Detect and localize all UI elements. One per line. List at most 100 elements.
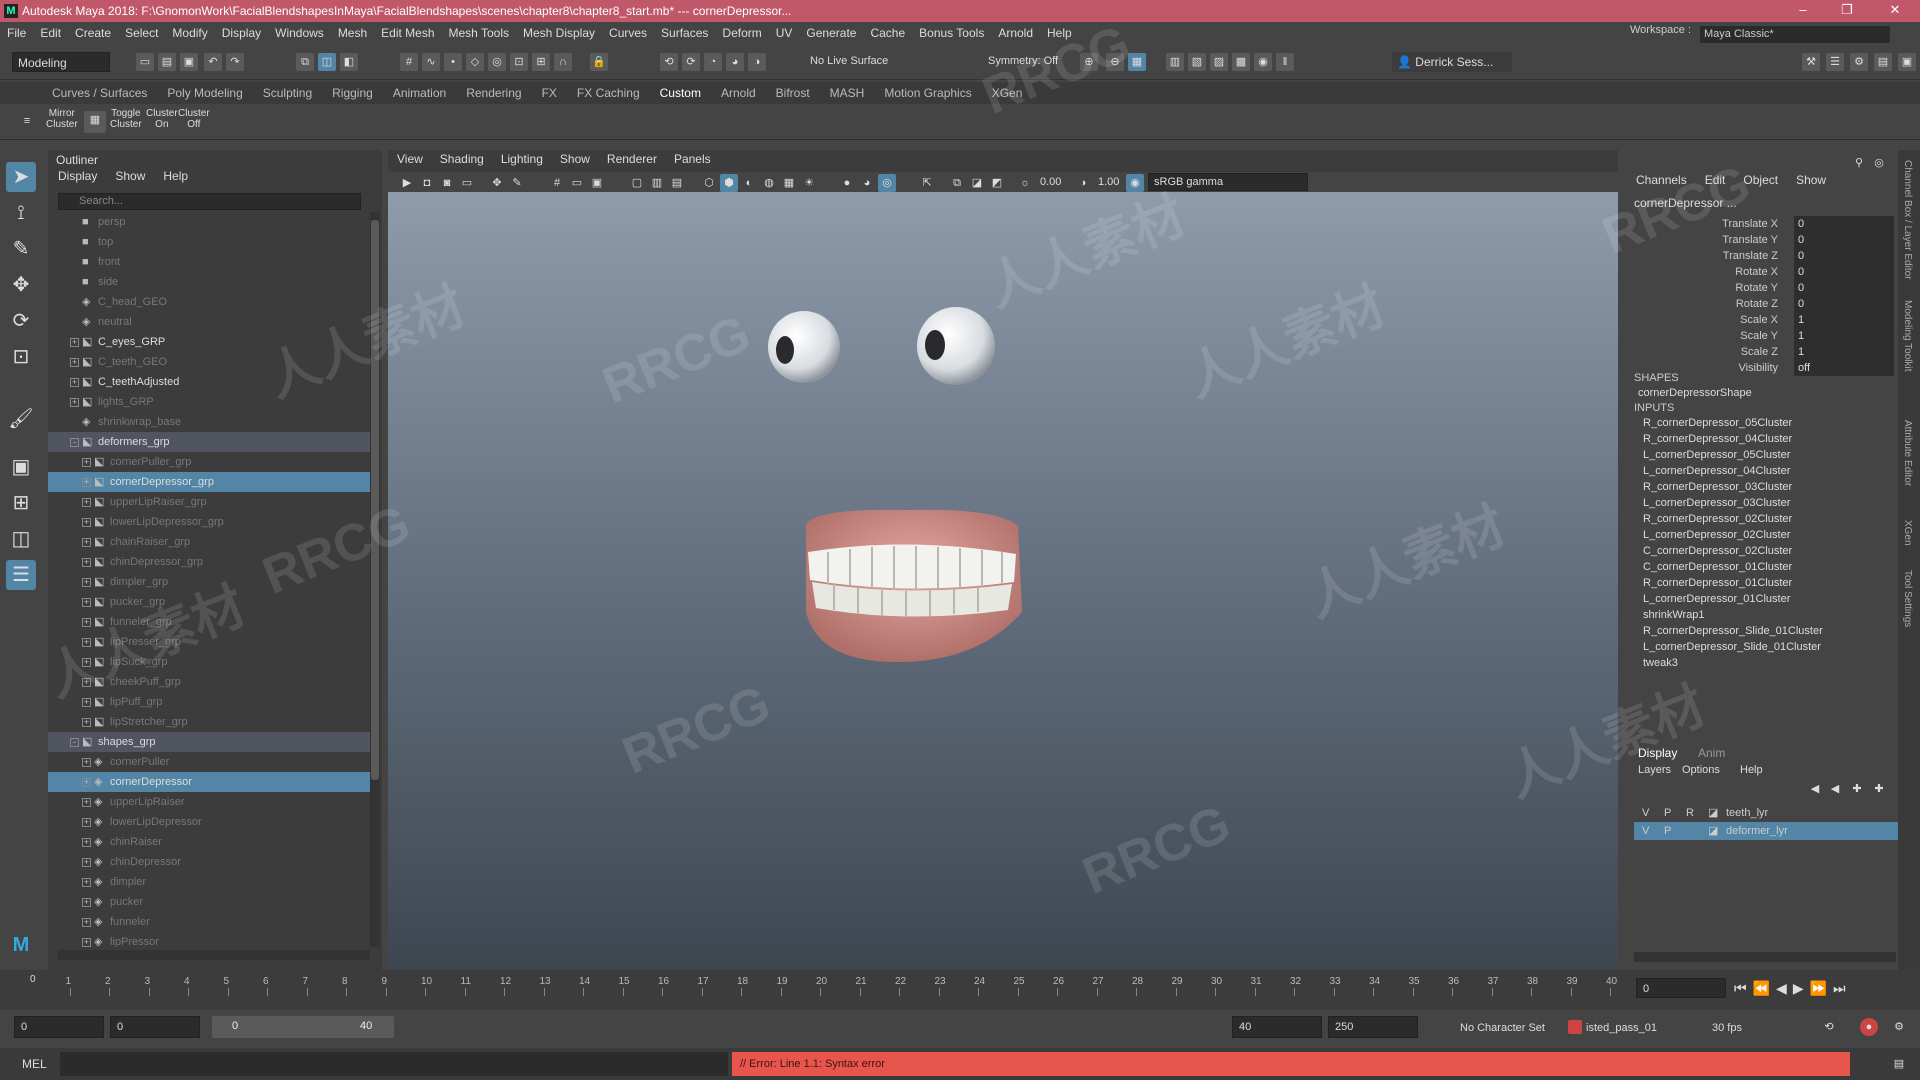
right-eye[interactable] xyxy=(917,307,995,385)
playback-start-field[interactable]: 0 xyxy=(110,1016,200,1038)
input-node[interactable]: L_cornerDepressor_02Cluster xyxy=(1643,529,1790,541)
render-settings-icon[interactable]: ◑ xyxy=(748,53,766,71)
channel-attr-value[interactable]: 0 xyxy=(1794,264,1894,280)
shelf-tab-curves-surfaces[interactable]: Curves / Surfaces xyxy=(42,86,157,100)
expand-icon[interactable]: + xyxy=(70,338,79,347)
menu-bonus-tools[interactable]: Bonus Tools xyxy=(912,26,991,40)
outliner-hscrollbar[interactable] xyxy=(58,950,370,960)
menu-modify[interactable]: Modify xyxy=(165,26,214,40)
input-node[interactable]: R_cornerDepressor_03Cluster xyxy=(1643,481,1792,493)
outliner-item[interactable]: + ◈ cornerPuller xyxy=(48,752,370,772)
layer-row[interactable]: ◪ teeth_lyr xyxy=(1634,804,1898,822)
channel-attr-value[interactable]: 1 xyxy=(1794,328,1894,344)
shadows-icon[interactable]: ● xyxy=(838,174,856,192)
shelf-tab-custom[interactable]: Custom xyxy=(650,86,711,100)
layer-visibility-toggle[interactable]: V xyxy=(1642,822,1649,840)
expand-icon[interactable]: + xyxy=(82,718,91,727)
expand-icon[interactable]: + xyxy=(70,358,79,367)
channel-attr-row[interactable]: Rotate Y 0 xyxy=(1626,280,1898,296)
outliner-item[interactable]: ■ top xyxy=(48,232,370,252)
shelf-tab-rendering[interactable]: Rendering xyxy=(456,86,531,100)
expand-icon[interactable]: + xyxy=(82,538,91,547)
expand-icon[interactable]: + xyxy=(82,458,91,467)
outliner-item[interactable]: + ◈ lipPressor xyxy=(48,932,370,947)
paint-weights-icon[interactable]: 🖌 xyxy=(6,404,36,434)
shape-node[interactable]: cornerDepressorShape xyxy=(1638,387,1752,399)
input-node[interactable]: R_cornerDepressor_02Cluster xyxy=(1643,513,1792,525)
outliner-item[interactable]: + ◈ lowerLipDepressor xyxy=(48,812,370,832)
outliner-item[interactable]: ◈ shrinkwrap_base xyxy=(48,412,370,432)
shelf-button-2[interactable]: Cluster On xyxy=(146,108,178,130)
expand-icon[interactable]: + xyxy=(82,878,91,887)
new-layer-selected-icon[interactable]: ✚ xyxy=(1870,780,1888,798)
outliner-menu-display[interactable]: Display xyxy=(58,169,97,187)
input-node[interactable]: C_cornerDepressor_01Cluster xyxy=(1643,561,1792,573)
playback-end-field[interactable]: 40 xyxy=(1232,1016,1322,1038)
single-view-icon[interactable]: ▣ xyxy=(6,452,36,482)
outliner-item[interactable]: + ◈ chinRaiser xyxy=(48,832,370,852)
layer-name[interactable]: deformer_lyr xyxy=(1726,822,1788,840)
channel-attr-value[interactable]: 0 xyxy=(1794,232,1894,248)
expand-icon[interactable]: + xyxy=(82,758,91,767)
camera-attr-icon[interactable]: ◘ xyxy=(418,174,436,192)
persp-outliner-icon[interactable]: ◫ xyxy=(6,524,36,554)
scale-tool-icon[interactable]: ⊡ xyxy=(6,342,36,372)
channel-attr-value[interactable]: off xyxy=(1794,360,1894,376)
lasso-tool-icon[interactable]: ⟟ xyxy=(6,198,36,228)
layer-hscrollbar[interactable] xyxy=(1634,952,1896,962)
modeling-toolkit-icon[interactable]: ⚒ xyxy=(1802,53,1820,71)
render-region-icon[interactable]: ▨ xyxy=(1210,53,1228,71)
redo-icon[interactable]: ↷ xyxy=(226,53,244,71)
render-view-icon[interactable]: ▥ xyxy=(1166,53,1184,71)
outliner-item[interactable]: + ⬕ upperLipRaiser_grp xyxy=(48,492,370,512)
safe-action-icon[interactable]: ▤ xyxy=(668,174,686,192)
input-node[interactable]: L_cornerDepressor_03Cluster xyxy=(1643,497,1790,509)
input-node[interactable]: R_cornerDepressor_Slide_01Cluster xyxy=(1643,625,1823,637)
outliner-menu-help[interactable]: Help xyxy=(163,169,188,187)
bookmark-icon[interactable]: ◙ xyxy=(438,174,456,192)
attribute-editor-icon[interactable]: ☰ xyxy=(1826,53,1844,71)
hypershade-icon[interactable]: ▧ xyxy=(1188,53,1206,71)
outliner-item[interactable]: ◈ C_head_GEO xyxy=(48,292,370,312)
menu-windows[interactable]: Windows xyxy=(268,26,331,40)
channel-attr-row[interactable]: Scale X 1 xyxy=(1626,312,1898,328)
cluster-tool-icon[interactable]: ▦ xyxy=(84,111,106,133)
expand-icon[interactable]: + xyxy=(82,498,91,507)
menu-cache[interactable]: Cache xyxy=(863,26,912,40)
outliner-item[interactable]: + ◈ cornerDepressor xyxy=(48,772,370,792)
wireframe-icon[interactable]: ⬡ xyxy=(700,174,718,192)
lock-icon[interactable]: 🔒 xyxy=(590,53,608,71)
shelf-menu-icon[interactable]: ≡ xyxy=(18,112,36,130)
layer-move-down-icon[interactable]: ◀ xyxy=(1826,780,1844,798)
outliner-item[interactable]: + ◈ dimpler xyxy=(48,872,370,892)
outliner-item[interactable]: ■ persp xyxy=(48,212,370,232)
sequence-icon[interactable]: ▩ xyxy=(1232,53,1250,71)
step-back-key-icon[interactable]: ⏪ xyxy=(1753,980,1776,996)
expand-icon[interactable]: + xyxy=(82,798,91,807)
expand-icon[interactable]: + xyxy=(82,598,91,607)
menu-arnold[interactable]: Arnold xyxy=(991,26,1040,40)
outliner-search-input[interactable]: Search... xyxy=(58,193,361,210)
channel-attr-row[interactable]: Rotate Z 0 xyxy=(1626,296,1898,312)
layer-options-menu[interactable]: Options xyxy=(1682,764,1720,776)
mode-dropdown[interactable]: Modeling xyxy=(12,52,110,72)
user-account-button[interactable]: 👤 Derrick Sess... xyxy=(1392,52,1512,72)
expand-icon[interactable]: + xyxy=(70,378,79,387)
channel-attr-value[interactable]: 0 xyxy=(1794,248,1894,264)
pause-icon[interactable]: ‖ xyxy=(1276,53,1294,71)
grid-icon[interactable]: # xyxy=(548,174,566,192)
grease-pencil-icon[interactable]: ✎ xyxy=(508,174,526,192)
channelbox-menu-show[interactable]: Show xyxy=(1796,173,1826,187)
construction-history-icon[interactable]: ⟳ xyxy=(682,53,700,71)
expand-icon[interactable]: + xyxy=(82,478,91,487)
new-scene-icon[interactable]: ▭ xyxy=(136,53,154,71)
select-tool-icon[interactable]: ➤ xyxy=(6,162,36,192)
channel-attr-value[interactable]: 0 xyxy=(1794,280,1894,296)
outliner-menu-show[interactable]: Show xyxy=(115,169,145,187)
paint-select-icon[interactable]: ✎ xyxy=(6,234,36,264)
xray-icon[interactable]: ▦ xyxy=(780,174,798,192)
current-frame-field[interactable]: 0 xyxy=(1636,978,1726,998)
viewport-menu-shading[interactable]: Shading xyxy=(440,152,484,170)
expand-icon[interactable]: + xyxy=(82,898,91,907)
anti-alias-icon[interactable]: ◎ xyxy=(878,174,896,192)
